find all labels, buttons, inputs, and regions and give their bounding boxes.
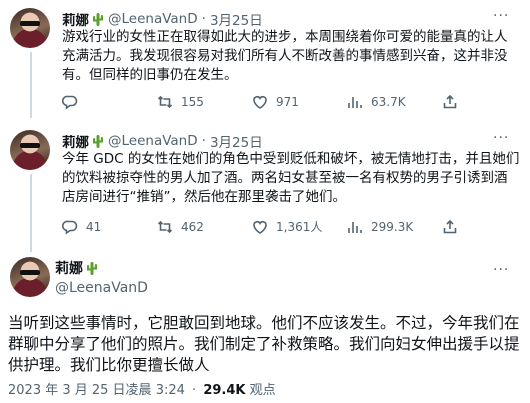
- like-icon: [253, 220, 267, 234]
- separator: ·: [201, 11, 206, 27]
- main-tweet-header: 莉娜 @LeenaVanD: [55, 258, 148, 296]
- handle[interactable]: @LeenaVanD: [55, 280, 148, 296]
- tweet-text-line: 的饮料被掠夺性的男人加了酒。两名妇女甚至被一名有权势的男子引诱到酒: [62, 170, 508, 186]
- tweet-text: 今年 GDC 的女性在她们的角色中受到贬低和破坏，被无情地打击，并且她们 的饮料…: [62, 150, 524, 207]
- handle[interactable]: @LeenaVanD: [108, 11, 198, 27]
- reply-button[interactable]: 41: [62, 219, 157, 235]
- tweet-text-line: 当听到这些事情时，它胆敢回到地球。他们不应该发生。不过，今年我们在: [8, 314, 520, 332]
- reply-icon: [62, 220, 78, 235]
- reply-count: 41: [86, 219, 102, 234]
- separator: ·: [201, 133, 206, 149]
- views-count: 63.7K: [371, 95, 406, 109]
- like-icon: [253, 96, 267, 109]
- avatar[interactable]: [10, 8, 50, 48]
- tweet-text: 游戏行业的女性正在取得如此大的进步，本周围绕着你可爱的能量真的让人 充满活力。我…: [62, 28, 524, 85]
- retweet-button[interactable]: 462: [157, 219, 252, 235]
- views-button[interactable]: 63.7K: [347, 94, 442, 110]
- share-icon: [443, 94, 457, 109]
- avatar[interactable]: [10, 257, 50, 297]
- tweet-text-line: 群聊中分享了他们的照片。我们制定了补救策略。我们向妇女伸出援手以提: [8, 335, 520, 353]
- tweet-text-line: 充满活力。我发现很容易对我们所有人不断改善的事情感到兴奋，这并非没: [62, 48, 508, 64]
- main-tweet-text: 当听到这些事情时，它胆敢回到地球。他们不应该发生。不过，今年我们在 群聊中分享了…: [8, 313, 523, 376]
- share-icon: [443, 219, 457, 233]
- retweet-count: 462: [181, 219, 204, 234]
- share-button[interactable]: [442, 94, 466, 110]
- tweet-actions: 155 971 63.7K: [62, 94, 466, 110]
- avatar[interactable]: [10, 130, 50, 170]
- retweet-count: 155: [181, 95, 204, 109]
- like-button[interactable]: 1,361人: [252, 218, 347, 235]
- cactus-emoji-icon: [93, 135, 103, 148]
- display-name[interactable]: 莉娜: [62, 131, 89, 151]
- cactus-emoji-icon: [87, 262, 97, 275]
- thread-line: [30, 52, 32, 118]
- display-name[interactable]: 莉娜: [55, 258, 83, 278]
- views-icon: [348, 221, 362, 233]
- separator: ·: [192, 383, 197, 398]
- views-button[interactable]: 299.3K: [347, 219, 442, 235]
- like-count: 1,361人: [276, 220, 323, 234]
- handle[interactable]: @LeenaVanD: [108, 133, 198, 149]
- tweet-timestamp[interactable]: 2023 年 3 月 25 日凌晨 3:24: [8, 383, 185, 398]
- reply-button[interactable]: [62, 94, 157, 110]
- views-icon: [348, 97, 362, 108]
- tweet-text-line: 有。但同样的旧事仍在发生。: [62, 67, 238, 83]
- more-icon[interactable]: ···: [493, 8, 509, 24]
- tweet-meta: 2023 年 3 月 25 日凌晨 3:24 · 29.4K 观点: [8, 379, 276, 398]
- tweet-date[interactable]: 3月25日: [210, 9, 263, 29]
- tweet-actions: 41 462 1,361人 299.3K: [62, 218, 466, 235]
- tweet-header: 莉娜 @LeenaVanD · 3月25日: [62, 131, 263, 151]
- views-count: 299.3K: [371, 219, 414, 234]
- thread-line: [30, 174, 32, 252]
- tweet-text-line: 店房间进行“推销”，然后他在那里袭击了她们。: [62, 189, 346, 205]
- tweet-text-line: 今年 GDC 的女性在她们的角色中受到贬低和破坏，被无情地打击，并且她们: [62, 151, 520, 167]
- cactus-emoji-icon: [93, 13, 103, 26]
- more-icon[interactable]: ···: [493, 262, 509, 278]
- more-icon[interactable]: ···: [493, 130, 509, 146]
- retweet-icon: [157, 220, 173, 233]
- like-count: 971: [276, 95, 299, 109]
- like-button[interactable]: 971: [252, 94, 347, 110]
- retweet-button[interactable]: 155: [157, 94, 252, 110]
- share-button[interactable]: [442, 219, 466, 235]
- tweet-date[interactable]: 3月25日: [210, 131, 263, 151]
- reply-icon: [62, 95, 78, 110]
- tweet-text-line: 游戏行业的女性正在取得如此大的进步，本周围绕着你可爱的能量真的让人: [62, 29, 508, 45]
- tweet-text-line: 供护理。我们比你更擅长做人: [8, 356, 210, 374]
- tweet-header: 莉娜 @LeenaVanD · 3月25日: [62, 9, 263, 29]
- views-label: 观点: [249, 383, 276, 398]
- retweet-icon: [157, 95, 173, 109]
- display-name[interactable]: 莉娜: [62, 9, 89, 29]
- views-total: 29.4K: [203, 383, 246, 398]
